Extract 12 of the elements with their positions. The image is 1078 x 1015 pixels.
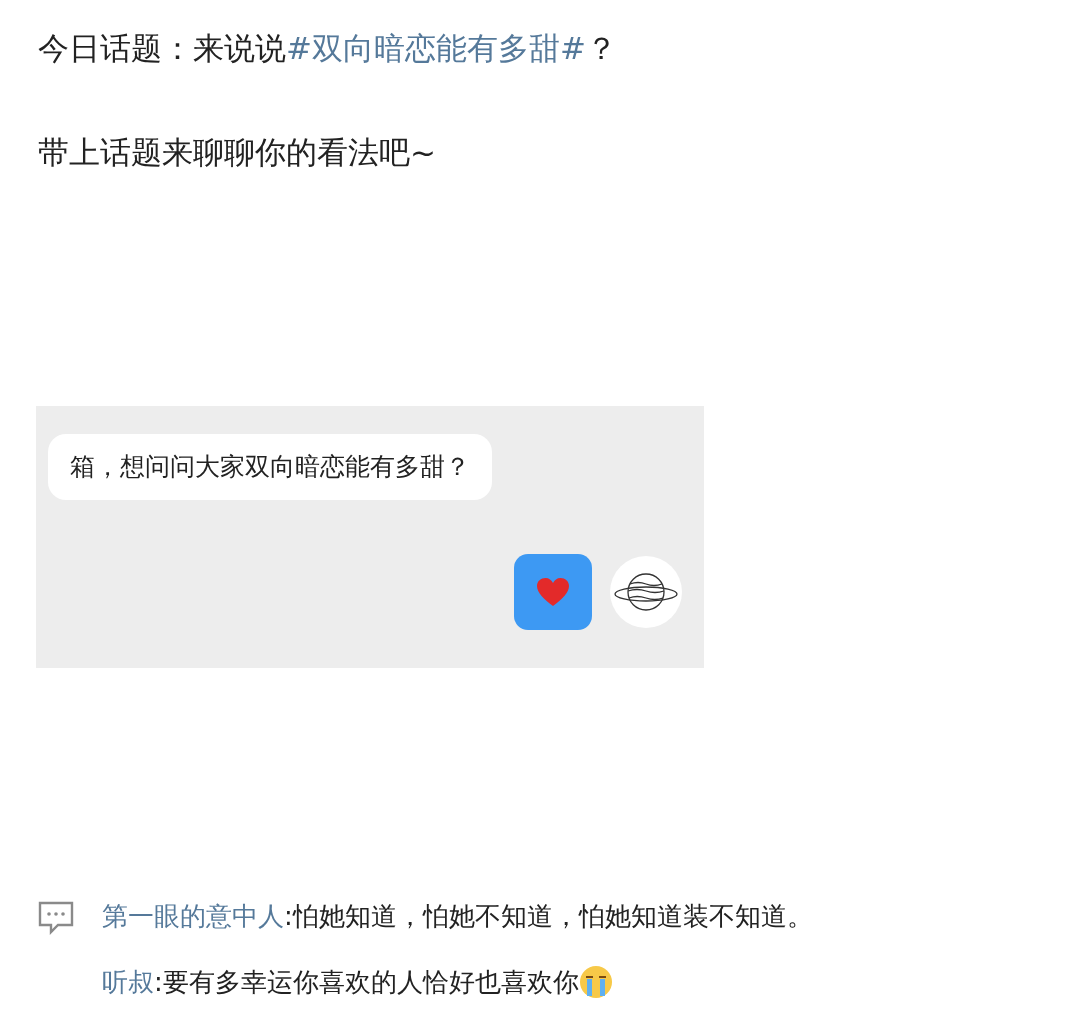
heart-icon (536, 576, 570, 607)
comment-text: 第一眼的意中人:怕她知道，怕她不知道，怕她知道装不知道。 (102, 900, 813, 933)
subtitle-text: 带上话题来聊聊你的看法吧~ (38, 133, 437, 172)
hashtag-link[interactable]: #双向暗恋能有多甜# (286, 30, 586, 66)
planet-icon (613, 571, 679, 612)
comment-text: 听叔:要有多幸运你喜欢的人恰好也喜欢你 (102, 966, 579, 999)
username-link[interactable]: 第一眼的意中人 (102, 901, 284, 931)
username-link[interactable]: 听叔 (102, 967, 154, 997)
comment-icon[interactable] (38, 900, 74, 935)
headline-text: 今日话题：来说说#双向暗恋能有多甜#？ (38, 29, 618, 68)
crying-emoji-icon (578, 965, 613, 999)
message-bubble: 箱，想问问大家双向暗恋能有多甜？ (48, 434, 492, 500)
